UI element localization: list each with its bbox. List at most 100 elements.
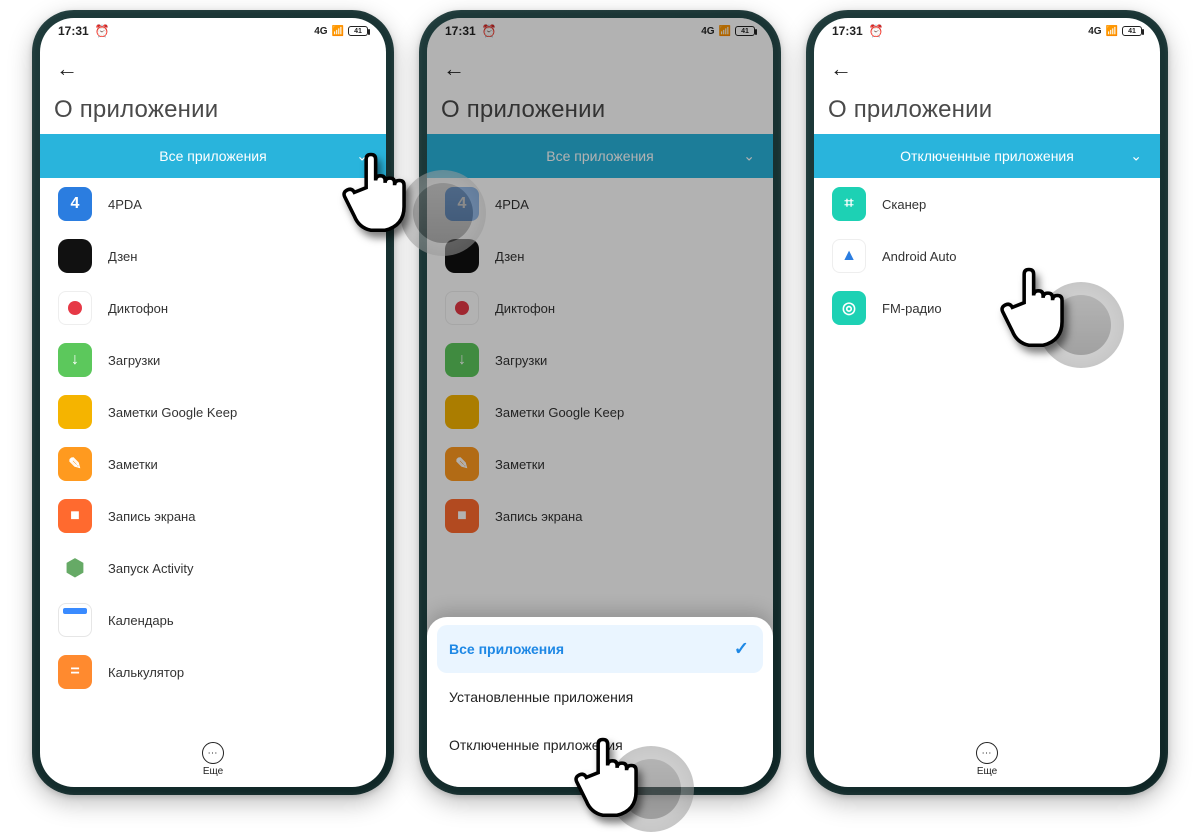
- alarm-icon: ⏰: [482, 24, 497, 38]
- app-row[interactable]: ⌗ Сканер: [814, 178, 1160, 230]
- status-bar: 17:31 ⏰ 4G 📶 41: [814, 18, 1160, 44]
- app-row[interactable]: ✎ Заметки: [427, 438, 773, 490]
- more-label: Еще: [203, 766, 223, 777]
- app-row[interactable]: Заметки Google Keep: [40, 386, 386, 438]
- app-icon: [58, 291, 92, 325]
- status-time: 17:31: [832, 24, 863, 38]
- app-row[interactable]: Диктофон: [40, 282, 386, 334]
- app-label: Сканер: [882, 197, 926, 212]
- signal-icon: 📶: [332, 26, 344, 37]
- chevron-down-icon: ⌄: [1130, 148, 1142, 165]
- network-icon: 4G: [314, 26, 327, 37]
- app-row[interactable]: ↓Загрузки: [40, 334, 386, 386]
- app-label: FM-радио: [882, 301, 942, 316]
- app-row[interactable]: Диктофон: [427, 282, 773, 334]
- network-icon: 4G: [1088, 26, 1101, 37]
- app-icon: [58, 395, 92, 429]
- back-button[interactable]: ←: [828, 52, 854, 86]
- screen-3: 17:31 ⏰ 4G 📶 41 ← О приложении Отключенн…: [814, 18, 1160, 787]
- phone-frame-2: 17:31 ⏰ 4G 📶 41 ← О приложении Все прило…: [419, 10, 781, 795]
- sheet-option-all[interactable]: Все приложения ✓: [437, 625, 763, 673]
- chevron-down-icon: ⌄: [743, 148, 755, 165]
- app-row[interactable]: Календарь: [40, 594, 386, 646]
- app-label: Android Auto: [882, 249, 956, 264]
- app-icon: [445, 395, 479, 429]
- app-icon: 4: [445, 187, 479, 221]
- app-row[interactable]: 44PDA: [427, 178, 773, 230]
- more-icon: ⋯: [202, 742, 224, 764]
- sheet-option-disabled[interactable]: Отключенные приложения: [427, 721, 773, 769]
- more-label: Еще: [977, 766, 997, 777]
- app-icon: 4: [58, 187, 92, 221]
- app-label: Заметки Google Keep: [108, 405, 237, 420]
- app-row[interactable]: =Калькулятор: [40, 646, 386, 698]
- alarm-icon: ⏰: [95, 24, 110, 38]
- app-row[interactable]: ◎ FM-радио: [814, 282, 1160, 334]
- app-icon: ✎: [445, 447, 479, 481]
- status-bar: 17:31 ⏰ 4G 📶 41: [427, 18, 773, 44]
- app-label: Диктофон: [495, 301, 555, 316]
- app-row[interactable]: ■Запись экрана: [40, 490, 386, 542]
- app-label: Календарь: [108, 613, 174, 628]
- app-label: Дзен: [108, 249, 137, 264]
- app-label: Запуск Activity: [108, 561, 193, 576]
- battery-icon: 41: [348, 26, 368, 36]
- back-button[interactable]: ←: [54, 52, 80, 86]
- app-label: Запись экрана: [495, 509, 582, 524]
- battery-icon: 41: [1122, 26, 1142, 36]
- sheet-option-label: Все приложения: [449, 641, 564, 657]
- app-row[interactable]: ▲ Android Auto: [814, 230, 1160, 282]
- filter-label: Отключенные приложения: [900, 148, 1074, 164]
- app-label: Калькулятор: [108, 665, 184, 680]
- back-button[interactable]: ←: [441, 52, 467, 86]
- signal-icon: 📶: [719, 26, 731, 37]
- app-label: Дзен: [495, 249, 524, 264]
- sheet-option-installed[interactable]: Установленные приложения: [427, 673, 773, 721]
- app-icon: ▲: [832, 239, 866, 273]
- app-icon: ⌗: [832, 187, 866, 221]
- more-icon: ⋯: [976, 742, 998, 764]
- more-button[interactable]: ⋯ Еще: [976, 736, 998, 787]
- app-label: 4PDA: [108, 197, 142, 212]
- filter-dropdown[interactable]: Все приложения ⌄: [40, 134, 386, 178]
- app-label: Запись экрана: [108, 509, 195, 524]
- app-row[interactable]: ✎Заметки: [40, 438, 386, 490]
- app-icon: ■: [445, 499, 479, 533]
- app-icon: [445, 291, 479, 325]
- screen-1: 17:31 ⏰ 4G 📶 41 ← О приложении Все прило…: [40, 18, 386, 787]
- chevron-down-icon: ⌄: [356, 148, 368, 165]
- battery-icon: 41: [735, 26, 755, 36]
- app-row[interactable]: ⬢ Запуск Activity: [40, 542, 386, 594]
- page-title: О приложении: [54, 96, 372, 124]
- app-row[interactable]: ↓ Загрузки: [427, 334, 773, 386]
- app-label: Заметки: [495, 457, 545, 472]
- status-time: 17:31: [58, 24, 89, 38]
- filter-sheet: Все приложения ✓ Установленные приложени…: [427, 617, 773, 787]
- check-icon: ✓: [734, 639, 749, 660]
- app-label: Диктофон: [108, 301, 168, 316]
- app-row[interactable]: Заметки Google Keep: [427, 386, 773, 438]
- app-label: Загрузки: [495, 353, 547, 368]
- app-row[interactable]: ■ Запись экрана: [427, 490, 773, 542]
- filter-label: Все приложения: [159, 148, 266, 164]
- filter-dropdown[interactable]: Все приложения ⌄: [427, 134, 773, 178]
- app-icon: ↓: [58, 343, 92, 377]
- filter-label: Все приложения: [546, 148, 653, 164]
- app-icon: ◎: [832, 291, 866, 325]
- app-row[interactable]: Дзен: [40, 230, 386, 282]
- sheet-option-label: Отключенные приложения: [449, 737, 623, 753]
- app-icon: ↓: [445, 343, 479, 377]
- phone-frame-1: 17:31 ⏰ 4G 📶 41 ← О приложении Все прило…: [32, 10, 394, 795]
- app-row[interactable]: Дзен: [427, 230, 773, 282]
- app-icon: [445, 239, 479, 273]
- app-label: Заметки Google Keep: [495, 405, 624, 420]
- more-button[interactable]: ⋯ Еще: [202, 736, 224, 787]
- network-icon: 4G: [701, 26, 714, 37]
- app-icon: ⬢: [58, 551, 92, 585]
- app-row[interactable]: 4 4PDA: [40, 178, 386, 230]
- screen-2: 17:31 ⏰ 4G 📶 41 ← О приложении Все прило…: [427, 18, 773, 787]
- page-title: О приложении: [828, 96, 1146, 124]
- app-icon: ✎: [58, 447, 92, 481]
- status-time: 17:31: [445, 24, 476, 38]
- filter-dropdown[interactable]: Отключенные приложения ⌄: [814, 134, 1160, 178]
